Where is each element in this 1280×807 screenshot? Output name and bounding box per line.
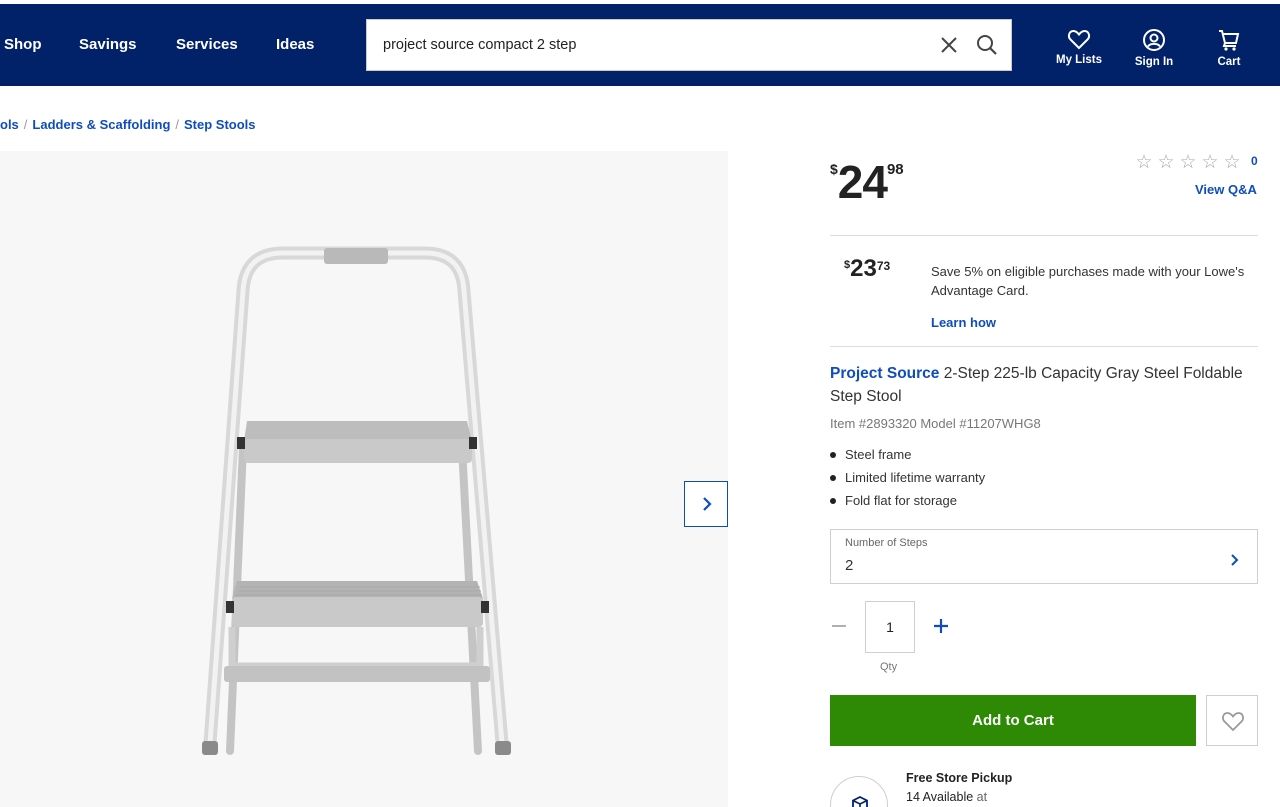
search-input[interactable]: project source compact 2 step bbox=[383, 37, 576, 53]
advantage-price-currency: $ bbox=[844, 259, 851, 271]
heart-icon bbox=[1222, 712, 1244, 732]
cart-button[interactable]: Cart bbox=[1194, 28, 1264, 68]
quantity-input[interactable]: 1 bbox=[865, 601, 915, 653]
store-pickup-icon bbox=[830, 776, 888, 807]
price-currency: $ bbox=[830, 161, 838, 177]
advantage-price-cents: 73 bbox=[876, 259, 891, 273]
product-image bbox=[202, 246, 511, 755]
breadcrumb: ols / Ladders & Scaffolding / Step Stools bbox=[0, 117, 256, 132]
divider bbox=[830, 346, 1258, 347]
number-of-steps-selector[interactable]: Number of Steps 2 bbox=[830, 529, 1258, 584]
pickup-at: at bbox=[976, 790, 988, 804]
plus-icon bbox=[934, 619, 948, 633]
chevron-right-icon bbox=[703, 497, 712, 511]
my-lists-button[interactable]: My Lists bbox=[1044, 28, 1114, 66]
heart-icon bbox=[1067, 29, 1091, 50]
cart-icon bbox=[1219, 30, 1240, 51]
review-count[interactable]: 0 bbox=[1251, 154, 1258, 168]
price-cents: 98 bbox=[886, 161, 904, 178]
pickup-availability: 14 Available at bbox=[906, 790, 987, 804]
divider bbox=[830, 235, 1258, 236]
nav-savings[interactable]: Savings bbox=[79, 36, 137, 53]
highlight-item: Limited lifetime warranty bbox=[830, 469, 985, 492]
advantage-price: $2373 bbox=[844, 255, 890, 283]
steps-label: Number of Steps bbox=[845, 537, 928, 549]
pickup-title: Free Store Pickup bbox=[906, 771, 1013, 785]
chevron-right-icon bbox=[1231, 554, 1239, 566]
breadcrumb-tools[interactable]: ols bbox=[0, 117, 19, 132]
breadcrumb-separator: / bbox=[23, 117, 28, 132]
sign-in-button[interactable]: Sign In bbox=[1119, 28, 1189, 68]
star-icon: ☆ bbox=[1223, 152, 1241, 173]
account-icon bbox=[1143, 29, 1165, 51]
star-icon: ☆ bbox=[1179, 152, 1197, 173]
cart-label: Cart bbox=[1217, 56, 1241, 68]
sign-in-label: Sign In bbox=[1134, 56, 1174, 68]
quantity-increase-button[interactable] bbox=[931, 615, 951, 637]
search-icon[interactable] bbox=[975, 33, 999, 57]
nav-services[interactable]: Services bbox=[176, 36, 238, 53]
brand-link[interactable]: Project Source bbox=[830, 365, 939, 382]
product-title: Project Source 2-Step 225-lb Capacity Gr… bbox=[830, 362, 1258, 408]
star-icon: ☆ bbox=[1201, 152, 1219, 173]
product-price: $2498 bbox=[830, 155, 904, 209]
view-qa-link[interactable]: View Q&A bbox=[1195, 182, 1257, 197]
highlight-item: Fold flat for storage bbox=[830, 492, 985, 515]
add-to-cart-button[interactable]: Add to Cart bbox=[830, 695, 1196, 746]
star-rating[interactable]: ☆ ☆ ☆ ☆ ☆ bbox=[1133, 151, 1243, 174]
learn-how-link[interactable]: Learn how bbox=[931, 315, 996, 330]
advantage-card-text: Save 5% on eligible purchases made with … bbox=[931, 264, 1245, 298]
star-icon: ☆ bbox=[1135, 152, 1153, 173]
next-image-button[interactable] bbox=[684, 481, 728, 527]
my-lists-label: My Lists bbox=[1055, 54, 1102, 66]
clear-search-icon[interactable] bbox=[938, 34, 960, 56]
quantity-label: Qty bbox=[880, 661, 898, 673]
star-icon: ☆ bbox=[1157, 152, 1175, 173]
steps-value: 2 bbox=[845, 557, 854, 574]
product-image-gallery bbox=[0, 151, 728, 807]
minus-icon bbox=[832, 625, 846, 627]
item-model-number: Item #2893320 Model #11207WHG8 bbox=[830, 416, 1041, 431]
add-to-list-button[interactable] bbox=[1206, 695, 1258, 746]
price-dollars: 24 bbox=[837, 156, 888, 208]
search-bar[interactable]: project source compact 2 step bbox=[366, 19, 1012, 71]
highlight-item: Steel frame bbox=[830, 446, 985, 469]
package-icon bbox=[852, 795, 868, 807]
nav-shop[interactable]: Shop bbox=[4, 36, 42, 53]
advantage-price-dollars: 23 bbox=[850, 255, 877, 282]
pickup-count: 14 Available bbox=[906, 790, 974, 804]
breadcrumb-ladders[interactable]: Ladders & Scaffolding bbox=[32, 117, 170, 132]
breadcrumb-separator: / bbox=[175, 117, 180, 132]
product-highlights: Steel frame Limited lifetime warranty Fo… bbox=[830, 446, 985, 515]
breadcrumb-step-stools[interactable]: Step Stools bbox=[184, 117, 256, 132]
quantity-decrease-button[interactable] bbox=[830, 612, 850, 640]
site-header: Shop Savings Services Ideas project sour… bbox=[0, 4, 1280, 86]
nav-ideas[interactable]: Ideas bbox=[276, 36, 314, 53]
